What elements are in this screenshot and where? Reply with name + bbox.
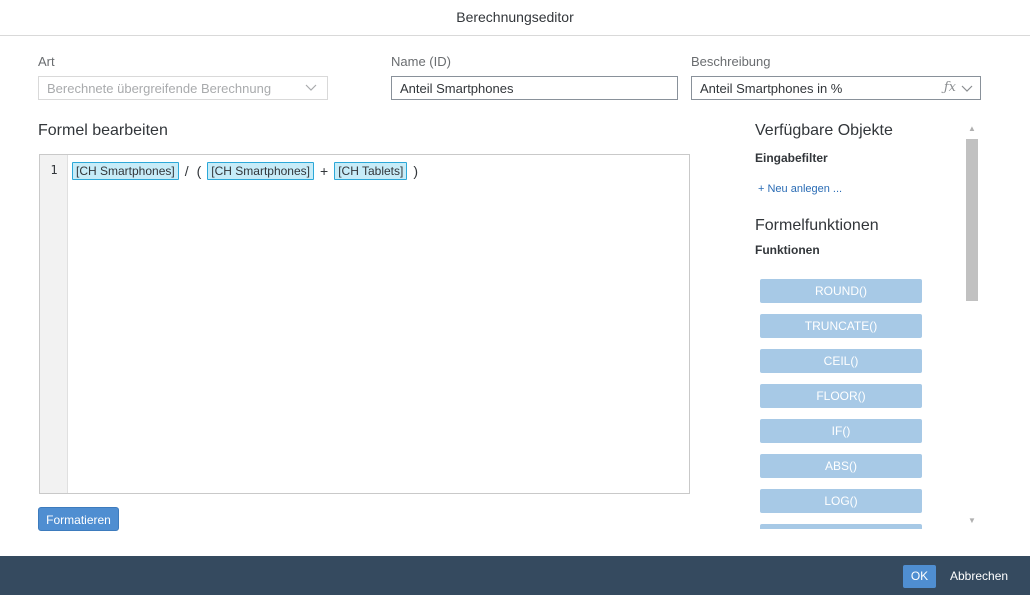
scrollbar-thumb[interactable] [966,139,978,301]
art-select[interactable]: Berechnete übergreifende Berechnung [38,76,328,100]
function-list: ROUND() TRUNCATE() CEIL() FLOOR() IF() A… [760,279,923,529]
formula-operator: ( [196,163,202,179]
formula-operator: + [320,163,329,179]
formula-fx-icon[interactable]: ƒx [944,80,956,95]
function-button-ceil[interactable]: CEIL() [760,349,922,373]
formula-editor[interactable]: 1 [CH Smartphones] / ( [CH Smartphones] … [39,154,690,494]
format-button[interactable]: Formatieren [38,507,119,531]
available-objects-title: Verfügbare Objekte [755,122,893,139]
art-label: Art [38,54,55,69]
triangle-up-icon[interactable]: ▲ [968,124,976,133]
input-filter-heading: Eingabefilter [755,151,828,165]
line-number-gutter: 1 [40,155,68,493]
description-label: Beschreibung [691,54,771,69]
formula-editor-title: Formel bearbeiten [38,122,168,139]
function-button-abs[interactable]: ABS() [760,454,922,478]
formula-token[interactable]: [CH Smartphones] [207,162,314,180]
create-new-link[interactable]: + Neu anlegen ... [758,183,842,195]
art-select-value: Berechnete übergreifende Berechnung [47,81,272,96]
function-button-log[interactable]: LOG() [760,489,922,513]
formula-operator: / [184,163,189,179]
formula-functions-title: Formelfunktionen [755,217,879,234]
function-button-floor[interactable]: FLOOR() [760,384,922,408]
functions-heading: Funktionen [755,243,820,257]
name-label: Name (ID) [391,54,451,69]
formula-token[interactable]: [CH Smartphones] [72,162,179,180]
formula-line[interactable]: [CH Smartphones] / ( [CH Smartphones] + … [72,161,424,181]
chevron-down-icon [305,84,317,91]
description-input[interactable]: Anteil Smartphones in % ƒx [691,76,981,100]
formula-token[interactable]: [CH Tablets] [334,162,408,180]
dialog-header: Berechnungseditor [0,0,1030,36]
function-button-truncate[interactable]: TRUNCATE() [760,314,922,338]
chevron-down-icon[interactable] [960,80,974,96]
description-value: Anteil Smartphones in % [700,81,843,96]
name-id-input[interactable] [391,76,678,100]
dialog-footer [0,556,1030,595]
dialog-title: Berechnungseditor [456,9,574,25]
function-button-if[interactable]: IF() [760,419,922,443]
formula-operator: ) [413,163,418,179]
function-button-partial[interactable] [760,524,922,529]
triangle-down-icon[interactable]: ▼ [968,516,976,525]
cancel-button[interactable]: Abbrechen [950,565,1008,588]
ok-button[interactable]: OK [903,565,936,588]
line-number: 1 [50,163,58,177]
function-button-round[interactable]: ROUND() [760,279,922,303]
